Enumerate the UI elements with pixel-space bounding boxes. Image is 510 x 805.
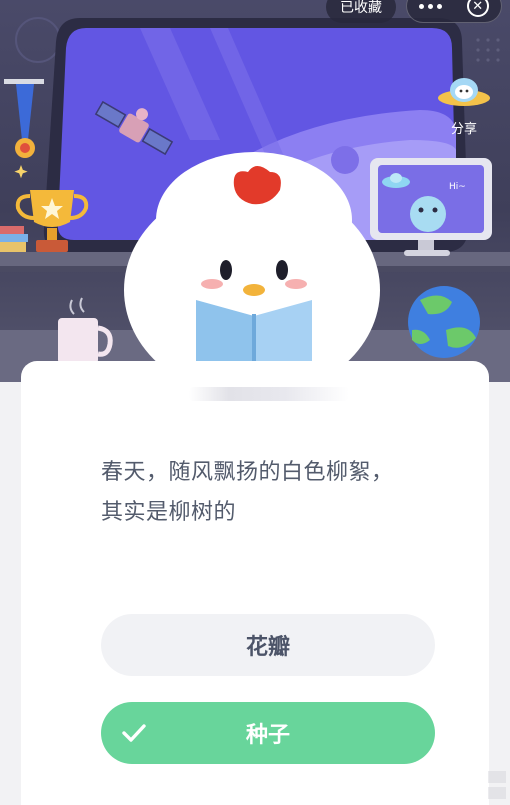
checkmark-icon: [122, 724, 146, 742]
ufo-share-icon: [438, 78, 490, 106]
tv-greeting-text: Hi~: [449, 182, 466, 192]
blurred-subtitle: [189, 387, 349, 401]
hero-scene: Hi~ 已收藏 ✕ 分享: [0, 0, 510, 382]
question-line-1: 春天，随风飘扬的白色柳絮，: [101, 460, 394, 485]
quiz-card: 春天，随风飘扬的白色柳絮， 其实是柳树的 花瓣 种子: [21, 361, 489, 805]
favorite-button[interactable]: 已收藏: [326, 0, 396, 23]
more-dots-icon[interactable]: [419, 3, 443, 9]
answer-option-b-label: 种子: [245, 723, 290, 748]
corner-watermark: [488, 771, 506, 799]
share-button[interactable]: 分享: [434, 72, 494, 137]
top-controls: 已收藏 ✕: [326, 0, 502, 23]
answer-option-b[interactable]: 种子: [101, 702, 435, 764]
space-room-illustration: Hi~: [0, 17, 510, 382]
question-text: 春天，随风飘扬的白色柳絮， 其实是柳树的: [101, 453, 421, 533]
answer-option-a-label: 花瓣: [245, 635, 290, 660]
favorite-label: 已收藏: [340, 0, 382, 16]
answer-option-a[interactable]: 花瓣: [101, 614, 435, 676]
question-line-2: 其实是柳树的: [101, 500, 237, 525]
close-circle-icon[interactable]: ✕: [466, 0, 489, 17]
share-label: 分享: [450, 122, 477, 137]
mini-program-capsule: ✕: [406, 0, 502, 23]
